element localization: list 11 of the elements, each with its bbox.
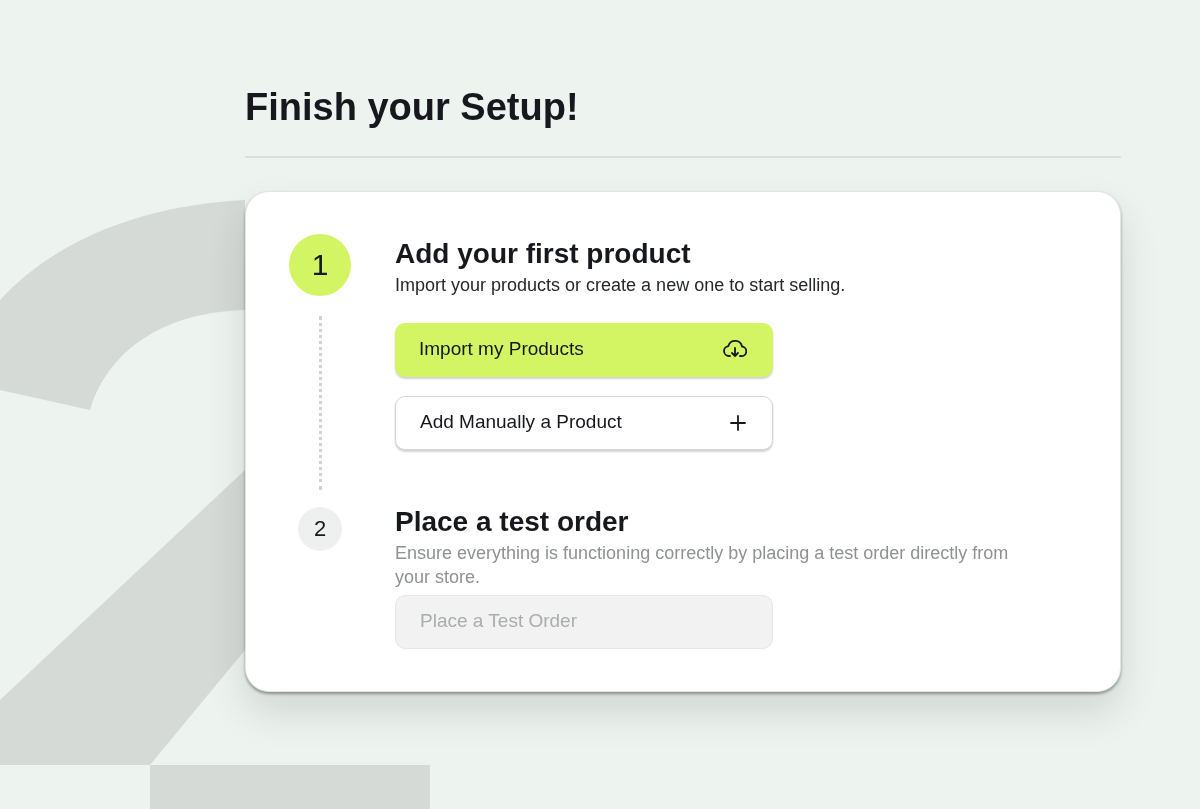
page-title: Finish your Setup! [245, 85, 580, 130]
step-number: 2 [298, 506, 342, 551]
plus-icon [730, 414, 746, 431]
cloud-download-icon [723, 339, 747, 360]
step-title: Add your first product [395, 236, 692, 271]
step-number: 1 [289, 233, 351, 296]
step-description: Ensure everything is functioning correctly by placing a test order directly from your store. [395, 541, 1010, 589]
import-button[interactable]: Import my Products [395, 322, 773, 377]
step-title: Place a test order [395, 504, 630, 539]
step-description: Import your products or create a new one to start selling. [395, 273, 847, 297]
add-button[interactable]: Add Manually a Product [395, 395, 773, 450]
